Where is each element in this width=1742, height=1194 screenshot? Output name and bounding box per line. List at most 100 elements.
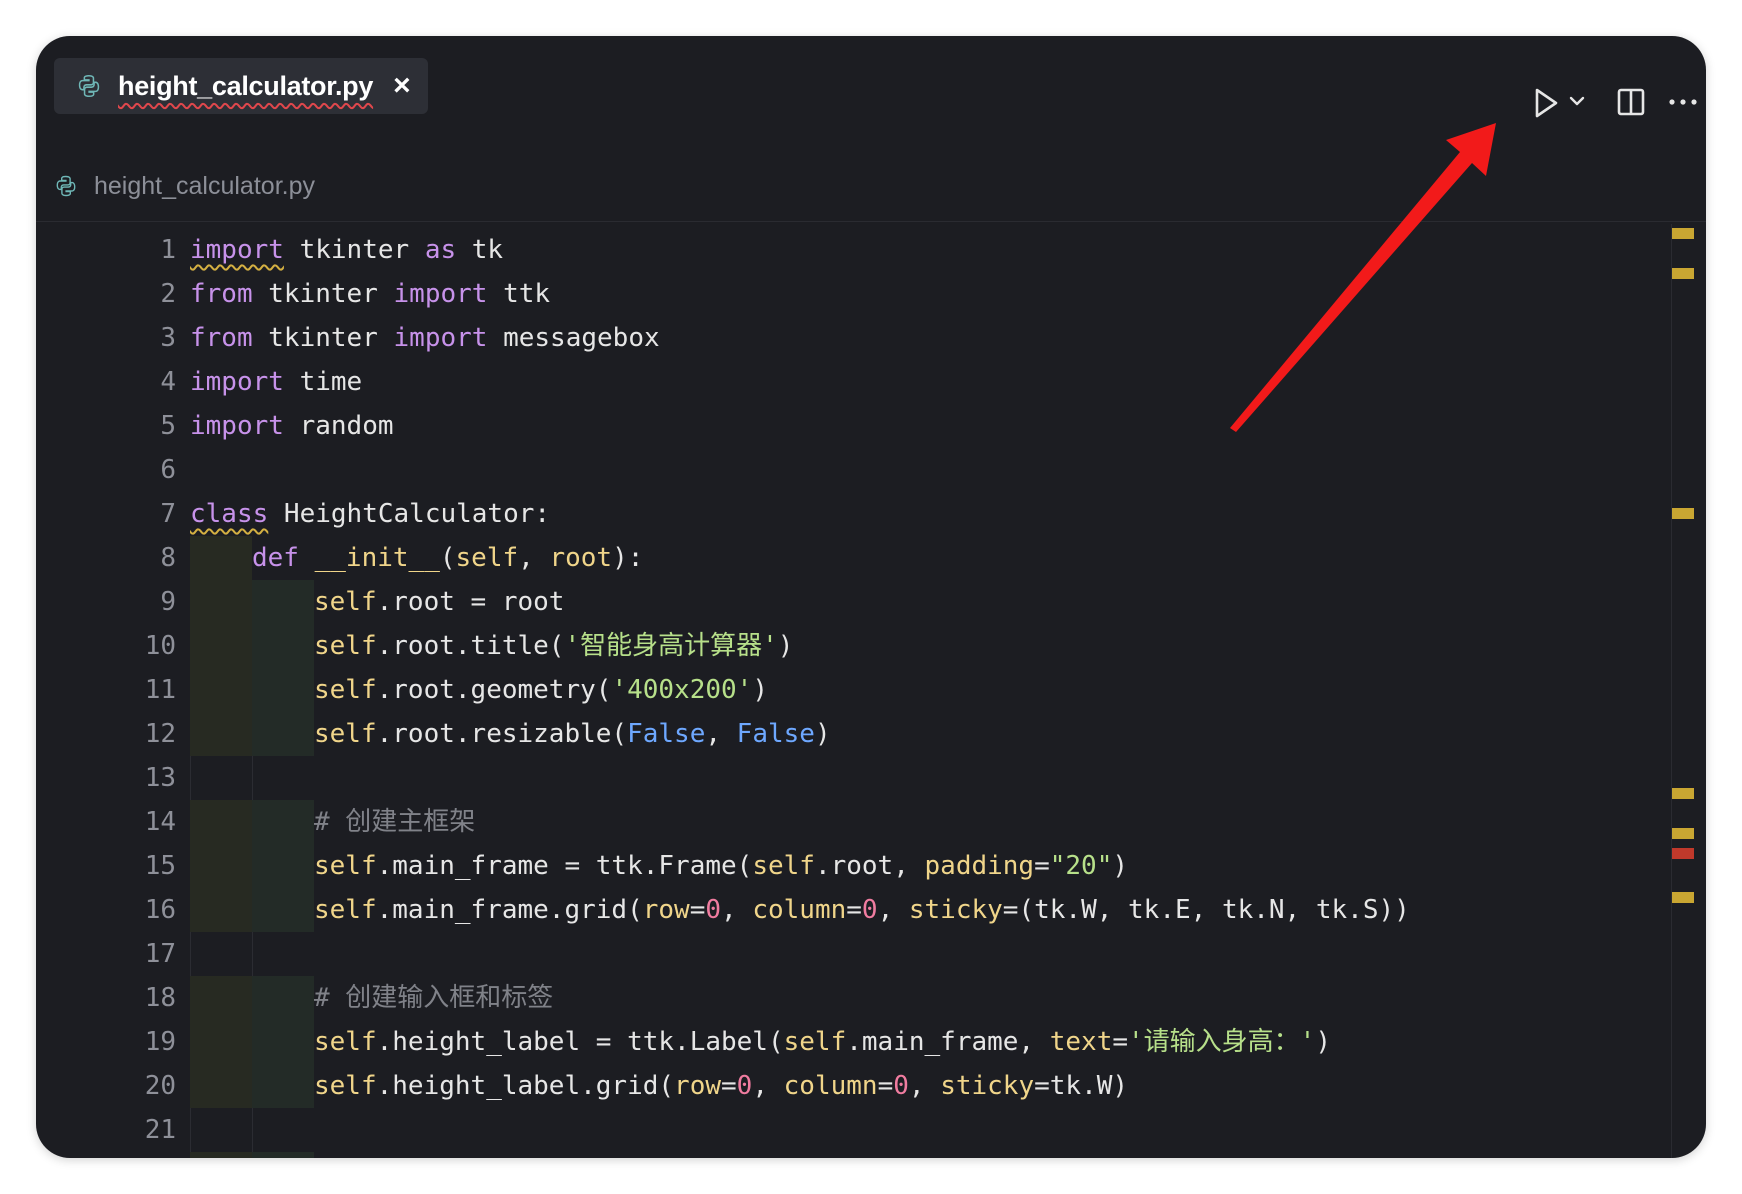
code-line[interactable]: 7 class HeightCalculator: [36, 492, 1666, 536]
code-token: root [549, 543, 613, 573]
indent-guide [252, 1108, 253, 1152]
code-line[interactable]: 3 from tkinter import messagebox [36, 316, 1666, 360]
code-token: '400x200' [611, 675, 753, 705]
code-line[interactable]: 4 import time [36, 360, 1666, 404]
chevron-down-icon[interactable] [1568, 92, 1586, 110]
code-token: messagebox [487, 323, 660, 353]
code-token: tkinter [252, 279, 394, 309]
more-actions-icon[interactable] [1668, 94, 1698, 110]
code-token: '智能身高计算器' [564, 631, 778, 661]
code-token: time [283, 367, 363, 397]
code-token: row [642, 895, 690, 925]
code-editor[interactable]: 1 import tkinter as tk 2 from tkinter impor… [36, 224, 1706, 1158]
tab-height-calculator[interactable]: height_calculator.py × [54, 58, 428, 114]
code-line[interactable]: 16 self.main_frame.grid(row=0, column=0, … [36, 888, 1666, 932]
indent-guide [252, 888, 314, 932]
code-token: import [190, 235, 284, 265]
code-token: = [1034, 851, 1050, 881]
line-number: 3 [160, 323, 176, 353]
error-marker[interactable] [1672, 848, 1694, 859]
code-token: import [393, 323, 488, 353]
code-line[interactable]: 8 def __init__(self, root): [36, 536, 1666, 580]
code-text: import random [190, 404, 394, 448]
code-token: ) [1315, 1027, 1331, 1057]
code-line[interactable]: 2 from tkinter import ttk [36, 272, 1666, 316]
line-number: 5 [160, 411, 176, 441]
warning-marker[interactable] [1672, 268, 1694, 279]
play-icon[interactable] [1532, 86, 1560, 120]
line-number: 22 [96, 1152, 176, 1158]
indent-guide [252, 1064, 314, 1108]
code-line[interactable]: 9 self.root = root [36, 580, 1666, 624]
code-token: , [752, 1071, 784, 1101]
code-token: self [314, 587, 377, 617]
code-line[interactable]: 19 self.height_label = ttk.Label(self.mai… [36, 1020, 1666, 1064]
code-line[interactable]: 11 self.root.geometry('400x200') [36, 668, 1666, 712]
code-line[interactable]: 12 self.root.resizable(False, False) [36, 712, 1666, 756]
code-token: self [314, 675, 377, 705]
code-line[interactable]: 13 [36, 756, 1666, 800]
code-line[interactable]: 17 [36, 932, 1666, 976]
code-token: ) [752, 675, 768, 705]
code-text: self.height_label.grid(row=0, column=0, … [314, 1064, 1128, 1108]
code-token: tkinter [252, 323, 394, 353]
code-line[interactable]: 15 self.main_frame = ttk.Frame(self.root,… [36, 844, 1666, 888]
code-token: self [314, 1071, 377, 1101]
line-number: 9 [160, 587, 176, 617]
indent-guide [252, 844, 314, 888]
code-line[interactable]: 5 import random [36, 404, 1666, 448]
code-line[interactable]: 1 import tkinter as tk [36, 228, 1666, 272]
code-token: ) [814, 719, 831, 749]
code-line[interactable]: 20 self.height_label.grid(row=0, column=0… [36, 1064, 1666, 1108]
warning-marker[interactable] [1672, 228, 1694, 239]
split-editor-icon[interactable] [1616, 86, 1646, 118]
line-number: 18 [144, 983, 176, 1013]
code-token: .main_frame, [846, 1027, 1050, 1057]
code-token: .root.title( [376, 631, 565, 661]
warning-marker[interactable] [1672, 892, 1694, 903]
code-token: import [190, 367, 284, 397]
close-icon[interactable]: × [393, 71, 411, 101]
code-line[interactable]: 6 [36, 448, 1666, 492]
line-number: 7 [160, 499, 176, 529]
line-number: 11 [144, 675, 176, 705]
code-token: .root = root [376, 587, 565, 617]
code-text: self.main_frame.grid(row=0, column=0, st… [314, 888, 1410, 932]
code-token: self [314, 895, 377, 925]
code-token: import [190, 411, 284, 441]
breadcrumb-file[interactable]: height_calculator.py [94, 172, 315, 201]
code-token: False [736, 719, 815, 749]
indent-guide [190, 976, 252, 1020]
code-line[interactable]: 14 # 创建主框架 [36, 800, 1666, 844]
code-line[interactable]: 22 self.height_entry = ttk.Entry(self.mai… [36, 1152, 1666, 1158]
code-line[interactable]: 10 self.root.title('智能身高计算器') [36, 624, 1666, 668]
code-token: ) [1112, 851, 1129, 881]
code-token: padding [924, 851, 1035, 881]
indent-guide [190, 668, 252, 712]
code-text: class HeightCalculator: [190, 492, 550, 536]
warning-marker[interactable] [1672, 828, 1694, 839]
code-token: 0 [736, 1071, 753, 1101]
code-text: from tkinter import ttk [190, 272, 550, 316]
code-token: .root, [814, 851, 925, 881]
code-token: self [314, 631, 377, 661]
code-token: .height_label.grid( [376, 1071, 675, 1101]
code-token: # 创建主框架 [314, 807, 476, 837]
indent-guide [190, 844, 252, 888]
indent-guide [190, 888, 252, 932]
code-line[interactable]: 21 [36, 1108, 1666, 1152]
code-line[interactable]: 18 # 创建输入框和标签 [36, 976, 1666, 1020]
warning-marker[interactable] [1672, 788, 1694, 799]
indent-guide [252, 932, 253, 976]
indent-guide [252, 756, 253, 800]
editor-window: height_calculator.py × height_calculator… [36, 36, 1706, 1158]
indent-guide [190, 536, 252, 580]
indent-guide [190, 756, 191, 800]
indent-guide [190, 1152, 252, 1158]
overview-ruler[interactable] [1671, 224, 1694, 1158]
code-text: self.height_label = ttk.Label(self.main_… [314, 1020, 1331, 1064]
code-token: , [518, 543, 550, 573]
warning-marker[interactable] [1672, 508, 1694, 519]
code-token: , [877, 895, 909, 925]
line-number: 6 [160, 455, 176, 485]
